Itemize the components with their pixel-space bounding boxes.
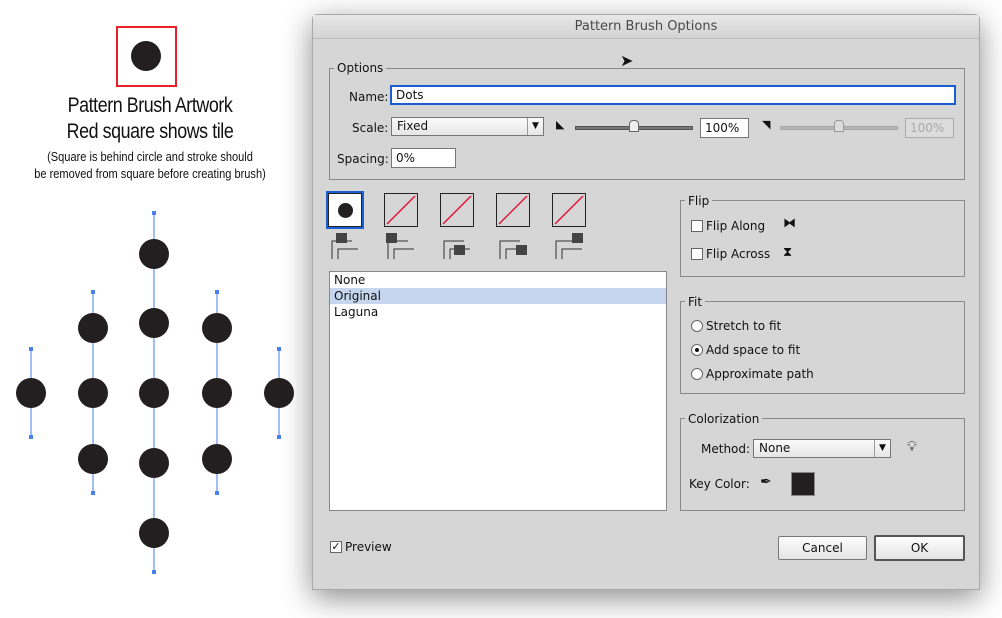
inner-corner-tile-icon: [442, 233, 472, 262]
pattern-dot: [139, 239, 169, 269]
pattern-dot: [78, 378, 108, 408]
flip-along-label: Flip Along: [706, 219, 766, 233]
pattern-dot: [139, 448, 169, 478]
preview-checkbox[interactable]: ✓: [330, 541, 342, 553]
chevron-down-icon: ▼: [527, 118, 543, 135]
artwork-note: be removed from square before creating b…: [34, 166, 266, 181]
start-tile-icon: [498, 233, 528, 262]
mouse-cursor: ➤: [620, 51, 634, 70]
pattern-list[interactable]: None Original Laguna: [329, 271, 667, 511]
fit-stretch-radio[interactable]: [691, 320, 703, 332]
pattern-artwork: [16, 211, 294, 574]
scale-min-icon: ◣: [556, 118, 565, 131]
no-pattern-icon: [386, 195, 416, 225]
pattern-dot: [78, 444, 108, 474]
start-tile-button[interactable]: [496, 193, 530, 227]
anchor-point: [215, 290, 219, 294]
preview-label: Preview: [345, 540, 392, 554]
chevron-down-icon: ▼: [874, 440, 890, 457]
scale-slider-handle[interactable]: [629, 120, 639, 132]
artwork-note: (Square is behind circle and stroke shou…: [47, 149, 253, 164]
pattern-list-item[interactable]: None: [330, 272, 666, 288]
fit-approximate-label: Approximate path: [706, 367, 814, 381]
anchor-point: [277, 347, 281, 351]
fit-approximate-radio[interactable]: [691, 368, 703, 380]
flip-legend: Flip: [685, 194, 713, 208]
spacing-label: Spacing:: [337, 152, 389, 166]
pattern-brush-options-dialog: Pattern Brush Options Options Name: Dots…: [312, 14, 980, 590]
pattern-dot: [78, 313, 108, 343]
anchor-point: [152, 570, 156, 574]
dialog-title: Pattern Brush Options: [313, 15, 979, 39]
colorization-legend: Colorization: [685, 412, 763, 426]
scale-max-slider-handle: [834, 120, 844, 132]
pattern-list-item[interactable]: Laguna: [330, 304, 666, 320]
colorization-group: [680, 418, 965, 511]
no-pattern-icon: [498, 195, 528, 225]
key-color-label: Key Color:: [689, 477, 750, 491]
side-tile-button[interactable]: [326, 191, 364, 229]
scale-value: Fixed: [397, 119, 429, 133]
flip-group: [680, 200, 965, 277]
fit-add-space-radio[interactable]: [691, 344, 703, 356]
outer-corner-tile-button[interactable]: [384, 193, 418, 227]
anchor-point: [91, 290, 95, 294]
artwork-title: Pattern Brush Artwork: [67, 94, 233, 117]
scale-label: Scale:: [352, 121, 389, 135]
anchor-point: [277, 435, 281, 439]
no-pattern-icon: [442, 195, 472, 225]
scale-max-percent-input: 100%: [905, 118, 954, 138]
fit-legend: Fit: [685, 295, 706, 309]
ok-button[interactable]: OK: [874, 535, 965, 561]
scale-dropdown[interactable]: Fixed ▼: [391, 117, 544, 136]
pattern-dot: [202, 444, 232, 474]
flip-along-icon: ⧓: [783, 216, 796, 231]
anchor-point: [152, 211, 156, 215]
pattern-dot: [202, 378, 232, 408]
scale-percent-input[interactable]: 100%: [700, 118, 749, 138]
method-label: Method:: [701, 442, 751, 456]
tile-dot: [131, 41, 161, 71]
side-tile-icon: [330, 233, 360, 262]
end-tile-icon: [554, 233, 584, 262]
fit-add-space-label: Add space to fit: [706, 343, 801, 357]
tile-selector: [326, 191, 608, 263]
pattern-dot: [139, 378, 169, 408]
options-legend: Options: [334, 61, 387, 75]
flip-across-checkbox[interactable]: [691, 248, 703, 260]
flip-along-checkbox[interactable]: [691, 220, 703, 232]
key-color-swatch[interactable]: [791, 472, 815, 496]
dot-swatch: [337, 202, 353, 218]
pattern-list-item[interactable]: Original: [330, 288, 666, 304]
inner-corner-tile-button[interactable]: [440, 193, 474, 227]
pattern-dot: [139, 308, 169, 338]
pattern-dot: [202, 313, 232, 343]
flip-across-icon: ⧗: [783, 245, 793, 260]
spacing-input[interactable]: 0%: [391, 148, 456, 168]
pattern-dot: [264, 378, 294, 408]
anchor-point: [91, 491, 95, 495]
method-dropdown[interactable]: None ▼: [753, 439, 891, 458]
artwork-subtitle: Red square shows tile: [66, 120, 234, 143]
scale-max-icon: ◥: [762, 118, 771, 131]
anchor-point: [215, 491, 219, 495]
pattern-dot: [16, 378, 46, 408]
cancel-button[interactable]: Cancel: [778, 536, 867, 560]
name-label: Name:: [349, 90, 389, 104]
end-tile-button[interactable]: [552, 193, 586, 227]
eyedropper-icon[interactable]: ✒: [760, 474, 772, 490]
anchor-point: [29, 435, 33, 439]
anchor-point: [29, 347, 33, 351]
tips-lightbulb-icon[interactable]: 💡︎: [907, 439, 917, 455]
flip-across-label: Flip Across: [706, 247, 771, 261]
pattern-dot: [139, 518, 169, 548]
name-input[interactable]: Dots: [390, 85, 956, 105]
outer-corner-tile-icon: [386, 233, 416, 262]
no-pattern-icon: [554, 195, 584, 225]
method-value: None: [759, 441, 791, 455]
fit-stretch-label: Stretch to fit: [706, 319, 782, 333]
